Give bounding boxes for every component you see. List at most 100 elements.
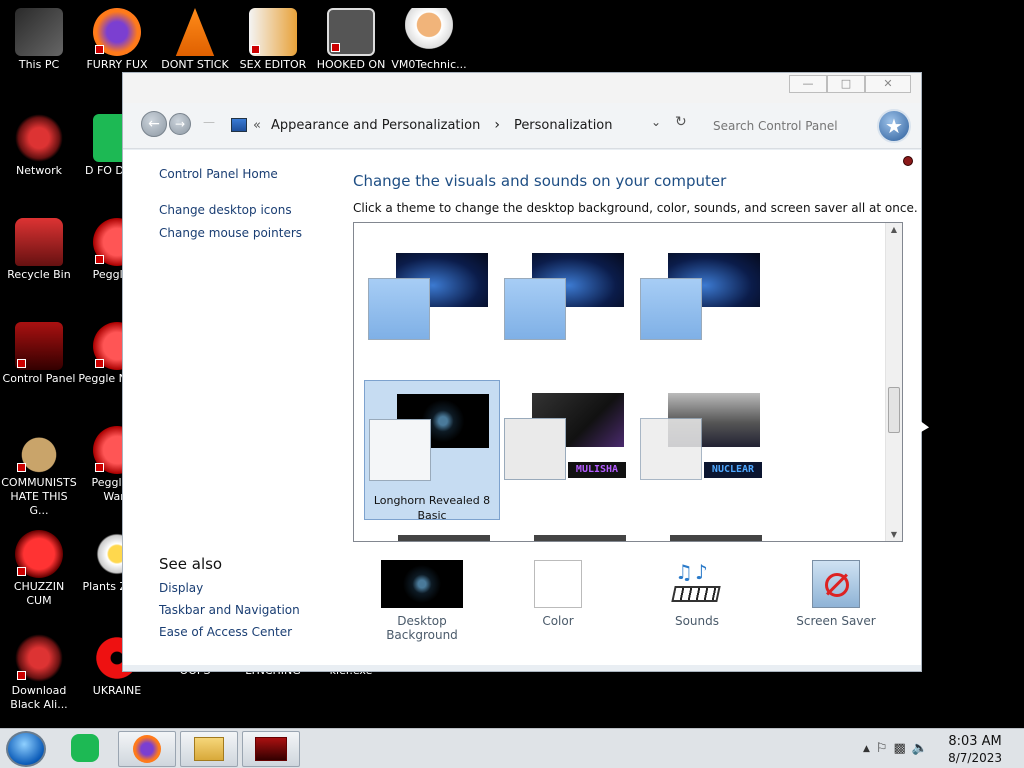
clock-time: 8:03 AM xyxy=(948,734,1002,749)
firefox-icon xyxy=(133,735,161,763)
back-button[interactable]: ← xyxy=(141,111,167,137)
taskbar-explorer[interactable] xyxy=(180,731,238,767)
network-orb-icon xyxy=(15,114,63,162)
theme-badge: NUCLEAR xyxy=(704,462,762,478)
theme-thumbnail[interactable] xyxy=(364,223,500,363)
color-fan-icon xyxy=(640,278,702,340)
network-orb-icon xyxy=(15,634,63,682)
page-subtitle: Click a theme to change the desktop back… xyxy=(353,201,918,215)
screen-saver-button[interactable]: Screen Saver xyxy=(791,560,881,628)
personalization-window: — □ ✕ ← → — « Appearance and Personaliza… xyxy=(122,72,922,672)
change-mouse-pointers-link[interactable]: Change mouse pointers xyxy=(159,226,302,240)
color-fan-icon xyxy=(504,278,566,340)
desktop-icon-communists[interactable]: COMMUNISTS HATE THIS G... xyxy=(0,426,78,518)
system-tray: ▲ ⚐ ▩ 🔈 xyxy=(863,741,928,756)
desktop-icon-chuzzin[interactable]: CHUZZIN CUM xyxy=(0,530,78,608)
desktop-icon-hooked-on[interactable]: HOOKED ON xyxy=(312,8,390,72)
theme-badge: MULISHA xyxy=(568,462,626,478)
help-orb-icon[interactable] xyxy=(903,156,913,166)
page-title: Change the visuals and sounds on your co… xyxy=(353,172,727,190)
theme-color-swatch xyxy=(640,418,702,480)
network-icon[interactable]: ▩ xyxy=(894,741,906,756)
sounds-button[interactable]: ♫ ♪ Sounds xyxy=(657,560,737,628)
clock[interactable]: 8:03 AM 8/7/2023 xyxy=(948,734,1002,766)
scroll-thumb[interactable] xyxy=(888,387,900,433)
taskbar-firefox[interactable] xyxy=(118,731,176,767)
breadcrumb-appearance[interactable]: Appearance and Personalization xyxy=(271,118,480,133)
breadcrumb-overflow[interactable]: « xyxy=(253,118,261,133)
volume-icon[interactable]: 🔈 xyxy=(912,741,928,756)
title-bar[interactable]: — □ ✕ xyxy=(123,73,921,103)
start-button[interactable] xyxy=(6,731,46,767)
forward-button[interactable]: → xyxy=(169,113,191,135)
breadcrumb: « Appearance and Personalization › Perso… xyxy=(231,117,613,133)
scroll-up-icon[interactable]: ▲ xyxy=(886,225,902,234)
firefox-icon xyxy=(93,8,141,56)
desktop-icon-network[interactable]: Network xyxy=(0,114,78,178)
scroll-down-icon[interactable]: ▼ xyxy=(886,530,902,539)
green-app-icon xyxy=(71,734,99,762)
desktop-background-button[interactable]: Desktop Background xyxy=(363,560,481,642)
window-controls: — □ ✕ xyxy=(789,75,911,93)
address-dropdown-icon[interactable]: ⌄ xyxy=(651,115,661,129)
theme-thumbnail-partial[interactable] xyxy=(670,535,762,541)
see-also-heading: See also xyxy=(159,555,223,573)
breadcrumb-personalization[interactable]: Personalization xyxy=(514,118,613,133)
refresh-icon[interactable]: ↻ xyxy=(675,114,687,130)
money-bag-icon xyxy=(15,426,63,474)
desktop-background-label: Desktop Background xyxy=(386,614,458,642)
address-bar: ← → — « Appearance and Personalization ›… xyxy=(123,103,921,149)
theme-thumbnail[interactable] xyxy=(636,223,772,363)
theme-color-swatch xyxy=(369,419,431,481)
recent-pages-icon[interactable]: — xyxy=(203,115,215,129)
favorites-star-icon[interactable]: ★ xyxy=(877,109,911,143)
folder-icon xyxy=(194,737,224,761)
desktop-icon-vm0technic[interactable]: VM0Technic... xyxy=(390,8,468,72)
theme-nuclear[interactable]: NUCLEAR xyxy=(636,380,772,520)
show-hidden-icons-icon[interactable]: ▲ xyxy=(863,741,870,756)
theme-thumbnail[interactable] xyxy=(500,223,636,363)
control-panel-small-icon xyxy=(231,118,247,132)
change-desktop-icons-link[interactable]: Change desktop icons xyxy=(159,203,292,217)
doctor-avatar-icon xyxy=(405,8,453,56)
minimize-button[interactable]: — xyxy=(789,75,827,93)
theme-list-scrollbar[interactable]: ▲ ▼ xyxy=(885,223,902,541)
taskbar-pinned-app[interactable] xyxy=(56,731,114,767)
taskbar-navigation-link[interactable]: Taskbar and Navigation xyxy=(159,603,300,617)
sounds-label: Sounds xyxy=(674,614,720,628)
desktop-icon-furry-fux[interactable]: FURRY FUX xyxy=(78,8,156,72)
theme-thumbnail-partial[interactable] xyxy=(398,535,490,541)
desktop-icon-recycle-bin[interactable]: Recycle Bin xyxy=(0,218,78,282)
taskbar: ▲ ⚐ ▩ 🔈 8:03 AM 8/7/2023 xyxy=(0,728,1024,768)
color-label: Color xyxy=(542,614,574,628)
theme-mulisha[interactable]: MULISHA xyxy=(500,380,636,520)
see-also-section: See also Display Taskbar and Navigation … xyxy=(159,555,300,639)
close-button[interactable]: ✕ xyxy=(865,75,911,93)
desktop-icon-download-black[interactable]: Download Black Ali... xyxy=(0,634,78,712)
vlc-cone-icon xyxy=(175,8,215,56)
theme-thumbnail-partial[interactable] xyxy=(534,535,626,541)
theme-list: Longhorn Revealed 8 Basic MULISHA NUCLEA… xyxy=(353,222,903,542)
desktop-icon-dont-stick[interactable]: DONT STICK xyxy=(156,8,234,72)
color-fan-icon xyxy=(368,278,430,340)
desktop-icon-sex-editor[interactable]: SEX EDITOR xyxy=(234,8,312,72)
flag-icon[interactable]: ⚐ xyxy=(876,741,888,756)
color-button[interactable]: Color xyxy=(523,560,593,628)
control-panel-home-link[interactable]: Control Panel Home xyxy=(159,167,278,181)
theme-longhorn-revealed[interactable]: Longhorn Revealed 8 Basic xyxy=(364,380,500,522)
desktop-icon-control-panel[interactable]: Control Panel xyxy=(0,322,78,386)
ease-of-access-link[interactable]: Ease of Access Center xyxy=(159,625,300,639)
back-arrow-icon: ← xyxy=(148,116,160,132)
maximize-button[interactable]: □ xyxy=(827,75,865,93)
content-area: Control Panel Home Change desktop icons … xyxy=(123,150,921,665)
maze-game-icon xyxy=(327,8,375,56)
desktop-icon-this-pc[interactable]: This PC xyxy=(0,8,78,72)
taskbar-control-panel[interactable] xyxy=(242,731,300,767)
theme-color-swatch xyxy=(504,418,566,480)
sounds-icon: ♫ ♪ xyxy=(671,560,723,608)
search-input[interactable] xyxy=(713,115,863,137)
screen-saver-label: Screen Saver xyxy=(796,614,876,628)
display-link[interactable]: Display xyxy=(159,581,300,595)
breadcrumb-separator[interactable]: › xyxy=(494,117,500,133)
color-icon xyxy=(534,560,582,608)
